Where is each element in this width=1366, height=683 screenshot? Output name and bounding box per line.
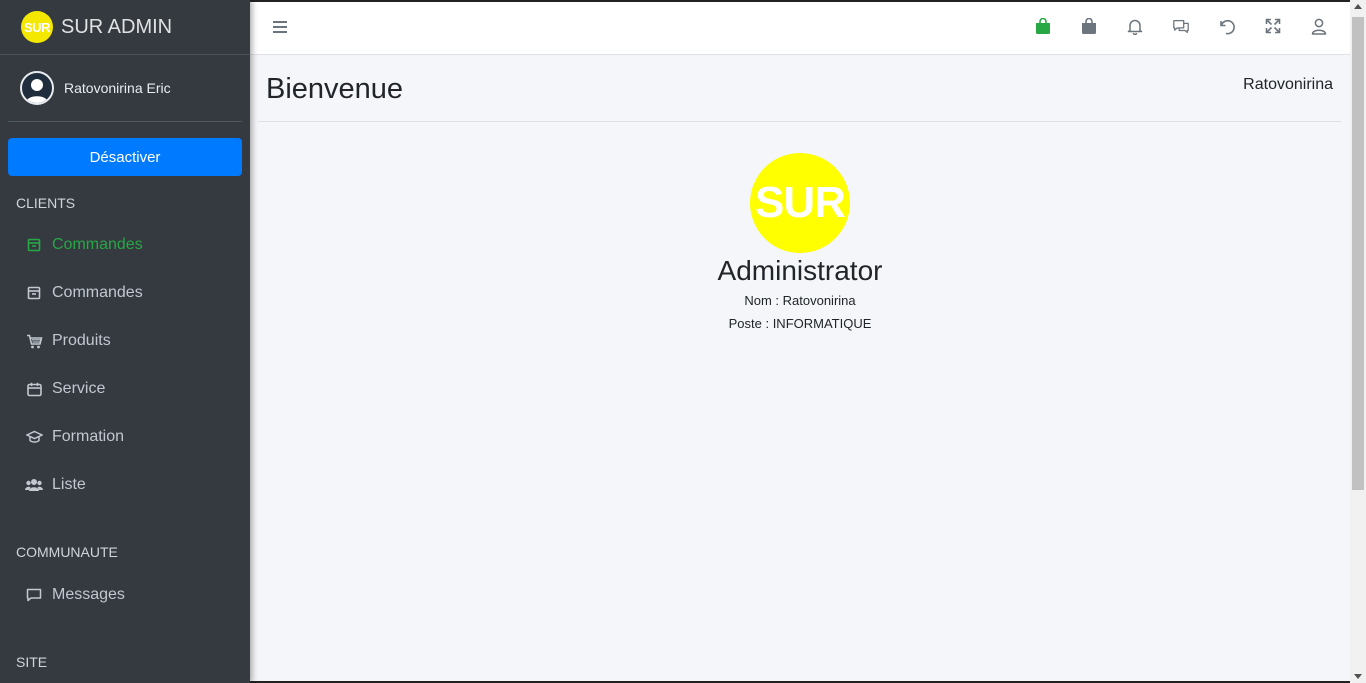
nav-header-site: SITE xyxy=(16,654,48,670)
sidebar-item-label: Formation xyxy=(52,428,125,445)
vertical-scrollbar[interactable] xyxy=(1350,0,1366,683)
user-name[interactable]: Ratovonirina Eric xyxy=(64,80,171,96)
message-icon xyxy=(25,586,43,604)
navbar-icons xyxy=(1034,16,1328,36)
brand-logo: SUR xyxy=(21,11,53,43)
scroll-down-arrow-icon[interactable] xyxy=(1354,674,1362,679)
archive-icon xyxy=(25,284,43,302)
sidebar-item-formation[interactable]: Formation xyxy=(8,417,242,457)
profile-nom: Nom : Ratovonirina xyxy=(744,293,856,308)
sidebar-item-label: Service xyxy=(52,380,106,397)
sidebar-item-label: Liste xyxy=(52,476,86,493)
sidebar-item-label: Commandes xyxy=(52,284,143,301)
sidebar-item-label: Produits xyxy=(52,332,111,349)
sidebar-item-commandes-active[interactable]: Commandes xyxy=(8,225,242,265)
user-icon[interactable] xyxy=(1310,16,1328,36)
user-panel[interactable]: Ratovonirina Eric xyxy=(8,55,242,122)
archive-icon xyxy=(25,236,43,254)
sidebar-item-produits[interactable]: Produits xyxy=(8,321,242,361)
graduation-cap-icon xyxy=(25,428,43,446)
expand-icon[interactable] xyxy=(1264,16,1282,36)
shopping-bag-icon[interactable] xyxy=(1080,16,1098,36)
undo-icon[interactable] xyxy=(1218,16,1236,36)
cart-icon xyxy=(25,332,43,350)
deactivate-button[interactable]: Désactiver xyxy=(8,138,242,176)
sidebar-item-service[interactable]: Service xyxy=(8,369,242,409)
sidebar-item-commandes[interactable]: Commandes xyxy=(8,273,242,313)
bell-icon[interactable] xyxy=(1126,16,1144,36)
hamburger-menu-icon[interactable] xyxy=(272,17,292,37)
profile-logo: SUR xyxy=(750,153,850,253)
sidebar-item-messages[interactable]: Messages xyxy=(8,575,242,615)
profile-poste: Poste : INFORMATIQUE xyxy=(728,316,872,331)
breadcrumb[interactable]: Ratovonirina xyxy=(1243,76,1333,94)
user-silhouette-icon xyxy=(26,79,48,103)
content-header: Bienvenue Ratovonirina xyxy=(258,55,1341,122)
users-icon xyxy=(25,476,43,494)
nav-header-communaute: COMMUNAUTE xyxy=(16,544,118,560)
sidebar-item-liste[interactable]: Liste xyxy=(8,465,242,505)
page-title: Bienvenue xyxy=(266,73,404,105)
shopping-bag-green-icon[interactable] xyxy=(1034,16,1052,36)
scroll-thumb[interactable] xyxy=(1352,17,1364,490)
comments-icon[interactable] xyxy=(1172,16,1190,36)
nav-header-clients: CLIENTS xyxy=(16,195,76,211)
brand-link[interactable]: SUR SUR ADMIN xyxy=(0,0,250,55)
profile-role: Administrator xyxy=(717,255,883,286)
scroll-up-arrow-icon[interactable] xyxy=(1354,4,1362,9)
brand-title: SUR ADMIN xyxy=(61,15,173,38)
profile-logo-text: SUR xyxy=(755,178,846,227)
sidebar: SUR SUR ADMIN Ratovonirina Eric Désactiv… xyxy=(0,0,250,683)
top-navbar xyxy=(250,0,1350,55)
sidebar-item-label: Commandes xyxy=(52,236,143,253)
profile-card: SUR Administrator Nom : Ratovonirina Pos… xyxy=(600,153,1000,331)
sidebar-item-label: Messages xyxy=(52,586,125,603)
calendar-icon xyxy=(25,380,43,398)
avatar xyxy=(20,71,54,105)
